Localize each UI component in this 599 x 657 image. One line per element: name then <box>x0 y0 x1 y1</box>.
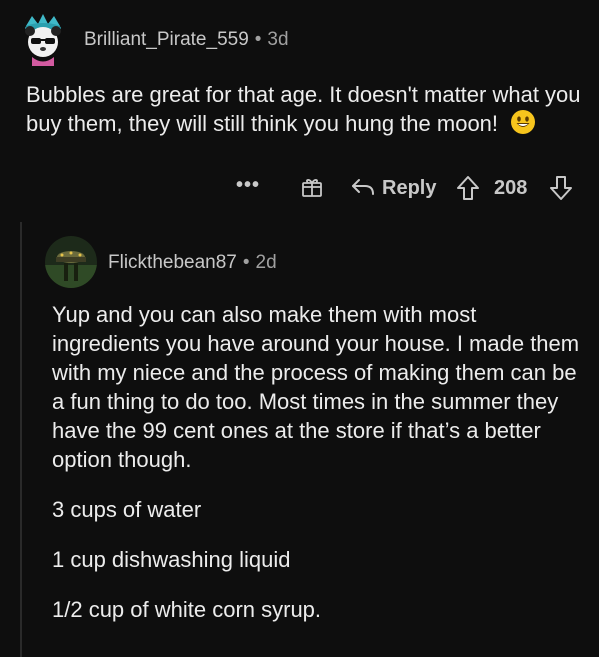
vote-score: 208 <box>494 177 528 199</box>
comment-paragraph: Yup and you can also make them with most… <box>52 302 580 472</box>
smiling-face-icon <box>510 109 536 142</box>
profile-picture-icon <box>45 236 97 288</box>
comment-paragraph: 1/2 cup of white corn syrup. <box>52 597 322 622</box>
timestamp: 2d <box>255 252 277 273</box>
username[interactable]: Flickthebean87 <box>108 252 237 273</box>
comment-paragraph: 3 cups of water <box>52 497 202 522</box>
reply-arrow-icon[interactable] <box>350 177 376 203</box>
comment-meta: Brilliant_Pirate_559 • 3d <box>84 29 289 51</box>
panda-avatar-icon <box>25 14 61 66</box>
award-icon[interactable] <box>300 175 324 205</box>
more-options-button[interactable]: ••• <box>236 174 260 197</box>
timestamp: 3d <box>267 29 289 50</box>
comment-text: Bubbles are great for that age. It doesn… <box>26 82 581 136</box>
user-avatar[interactable] <box>18 14 68 66</box>
separator: • <box>242 252 250 273</box>
comment-body: Yup and you can also make them with most… <box>52 300 582 645</box>
comment-meta: Flickthebean87 • 2d <box>108 252 277 274</box>
separator: • <box>254 29 262 50</box>
upvote-icon[interactable] <box>455 175 481 207</box>
reply-button[interactable]: Reply <box>382 177 436 200</box>
user-avatar[interactable] <box>44 235 98 289</box>
username[interactable]: Brilliant_Pirate_559 <box>84 29 249 50</box>
comment-actions: ••• Reply 208 <box>0 170 599 206</box>
downvote-icon[interactable] <box>548 175 574 207</box>
comment-paragraph: 1 cup dishwashing liquid <box>52 547 291 572</box>
comment-body: Bubbles are great for that age. It doesn… <box>26 80 586 142</box>
thread-line[interactable] <box>20 222 22 657</box>
